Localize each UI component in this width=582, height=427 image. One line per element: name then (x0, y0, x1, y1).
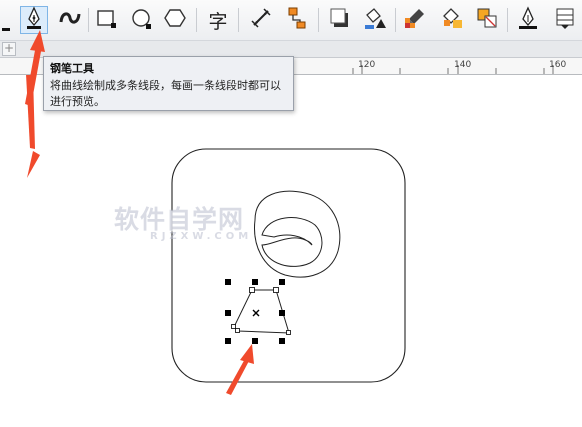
round-head-shape[interactable] (254, 190, 341, 278)
tooltip-description: 将曲线绘制成多条线段，每画一条线段时都可以进行预览。 (50, 79, 281, 108)
red-arrow-pointer-bottom-shaft (226, 357, 250, 395)
rounded-square-shape[interactable] (171, 148, 406, 383)
pen-tool-tooltip: 钢笔工具 将曲线绘制成多条线段，每画一条线段时都可以进行预览。 (43, 56, 294, 111)
red-arrow-pointer-bottom (240, 344, 254, 364)
red-arrow-pointer-top (27, 151, 40, 178)
inner-eye-curve[interactable] (261, 217, 323, 267)
tooltip-title: 钢笔工具 (50, 62, 94, 75)
watermark-url: RJZXW.COM (150, 231, 253, 242)
center-mark (252, 309, 260, 317)
drawing-canvas[interactable] (0, 75, 582, 427)
